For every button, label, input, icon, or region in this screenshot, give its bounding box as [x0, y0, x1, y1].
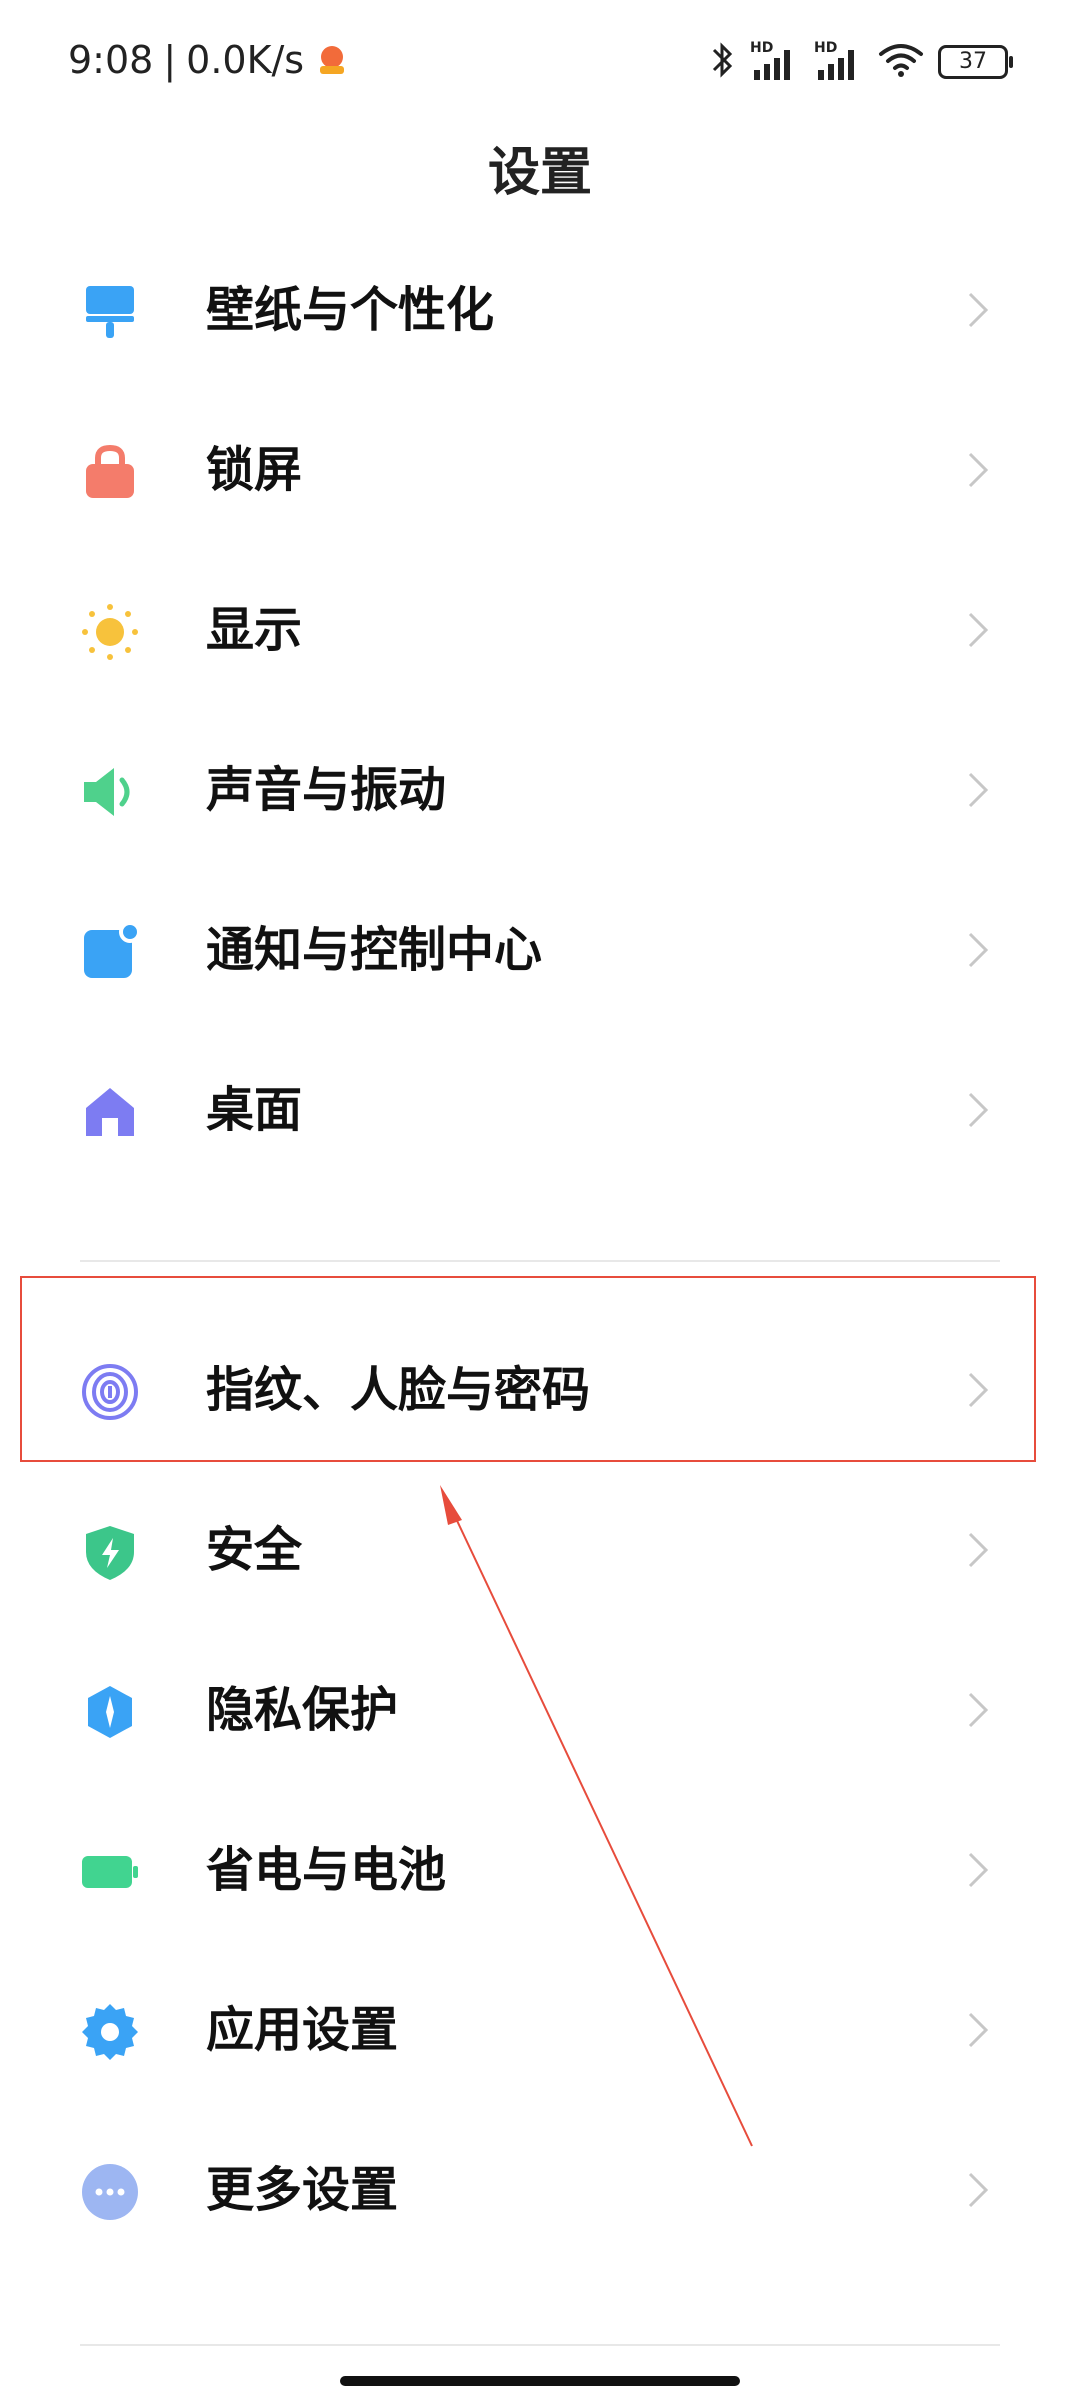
setting-label: 应用设置 — [206, 2002, 399, 2058]
status-separator: | — [163, 38, 177, 82]
privacy-icon — [80, 1682, 140, 1742]
page-title: 设置 — [487, 143, 592, 203]
status-left: 9:08 | 0.0K/s — [68, 32, 350, 88]
more-icon — [80, 2162, 140, 2222]
shield-icon — [80, 1522, 140, 1582]
setting-item-notifications[interactable]: 通知与控制中心 — [0, 870, 1080, 1030]
battery-icon — [80, 1842, 140, 1902]
setting-label: 通知与控制中心 — [206, 922, 543, 978]
speaker-icon — [80, 762, 140, 822]
chevron-right-icon — [956, 1848, 1000, 1892]
chevron-right-icon — [956, 608, 1000, 652]
setting-label: 隐私保护 — [206, 1682, 399, 1738]
battery-indicator: 37 — [938, 45, 1013, 79]
setting-item-wallpaper[interactable]: 壁纸与个性化 — [0, 230, 1080, 390]
lock-icon — [80, 442, 140, 502]
setting-item-app-settings[interactable]: 应用设置 — [0, 1950, 1080, 2110]
setting-item-display[interactable]: 显示 — [0, 550, 1080, 710]
chevron-right-icon — [956, 2008, 1000, 2052]
setting-item-privacy[interactable]: 隐私保护 — [0, 1630, 1080, 1790]
setting-item-desktop[interactable]: 桌面 — [0, 1030, 1080, 1190]
group-divider — [80, 1260, 1000, 1262]
status-bar: 9:08 | 0.0K/s HD HD 37 — [0, 0, 1080, 120]
status-time: 9:08 — [68, 38, 154, 82]
settings-list: 壁纸与个性化 锁屏 显示 声音与振动 通知与控制中心 桌面 指纹、人脸与密码 安… — [0, 230, 1080, 2270]
setting-item-battery[interactable]: 省电与电池 — [0, 1790, 1080, 1950]
app-notification-icon — [314, 42, 350, 78]
setting-label: 显示 — [206, 602, 303, 658]
setting-label: 声音与振动 — [206, 762, 447, 818]
bottom-divider — [80, 2344, 1000, 2346]
chevron-right-icon — [956, 928, 1000, 972]
chevron-right-icon — [956, 1088, 1000, 1132]
setting-label: 锁屏 — [206, 442, 303, 498]
status-right: HD HD 37 — [708, 34, 1013, 90]
setting-item-more-settings[interactable]: 更多设置 — [0, 2110, 1080, 2270]
highlight-box — [20, 1276, 1036, 1462]
setting-label: 省电与电池 — [206, 1842, 447, 1898]
setting-item-sound[interactable]: 声音与振动 — [0, 710, 1080, 870]
signal-icon-2: HD — [814, 40, 864, 84]
chevron-right-icon — [956, 2168, 1000, 2212]
setting-label: 安全 — [206, 1522, 303, 1578]
setting-item-security[interactable]: 安全 — [0, 1470, 1080, 1630]
setting-label: 更多设置 — [206, 2162, 399, 2218]
sun-icon — [80, 602, 140, 662]
chevron-right-icon — [956, 288, 1000, 332]
chevron-right-icon — [956, 1528, 1000, 1572]
notification-icon — [80, 922, 140, 982]
chevron-right-icon — [956, 448, 1000, 492]
wallpaper-icon — [80, 282, 140, 342]
wifi-icon — [878, 42, 924, 82]
gear-icon — [80, 2002, 140, 2062]
setting-label: 壁纸与个性化 — [206, 282, 495, 338]
chevron-right-icon — [956, 768, 1000, 812]
home-indicator[interactable] — [340, 2376, 740, 2386]
setting-item-lockscreen[interactable]: 锁屏 — [0, 390, 1080, 550]
chevron-right-icon — [956, 1688, 1000, 1732]
home-icon — [80, 1082, 140, 1142]
signal-icon-1: HD — [750, 40, 800, 84]
setting-label: 桌面 — [206, 1082, 303, 1138]
network-speed: 0.0K/s — [186, 38, 305, 82]
bluetooth-icon — [708, 38, 736, 86]
